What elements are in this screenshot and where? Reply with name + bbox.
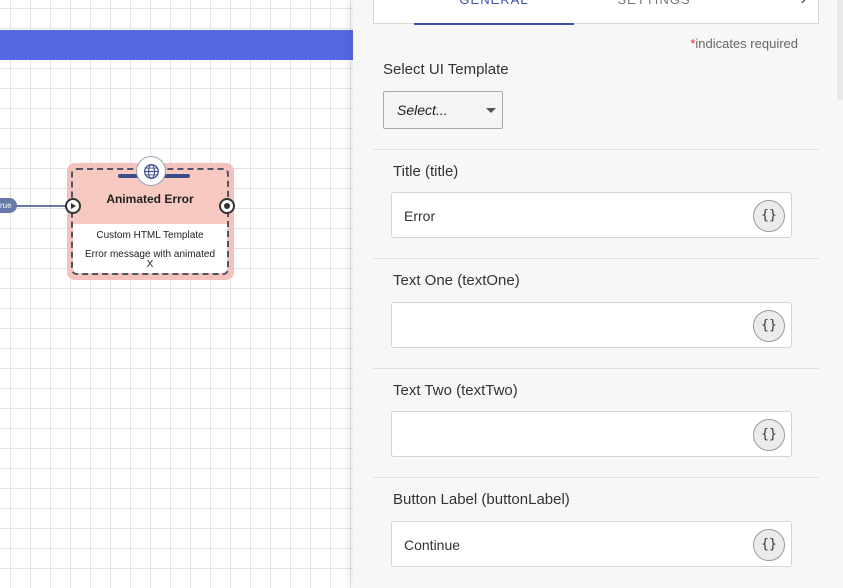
text-one-input[interactable]: {}: [391, 302, 792, 348]
divider: [373, 477, 819, 478]
node-subtitle: Custom HTML Template: [96, 230, 204, 241]
button-label-input-value: Continue: [404, 537, 461, 553]
title-field-label: Title (title): [393, 163, 459, 180]
canvas-banner: [0, 30, 360, 60]
variable-button[interactable]: {}: [753, 529, 785, 561]
tab-general[interactable]: GENERAL: [414, 0, 574, 25]
variable-button[interactable]: {}: [753, 419, 785, 451]
globe-icon-graphic: [143, 163, 159, 179]
variable-button[interactable]: {}: [753, 310, 785, 342]
variable-button[interactable]: {}: [753, 200, 785, 232]
node-body: Custom HTML Template Error message with …: [73, 224, 227, 273]
scrollbar-track[interactable]: [837, 0, 843, 100]
globe-icon: [136, 156, 166, 186]
node-input-port[interactable]: [65, 198, 81, 214]
required-note: *indicates required: [690, 36, 798, 51]
divider: [373, 149, 819, 150]
tab-settings[interactable]: SETTINGS: [574, 0, 734, 25]
title-input[interactable]: Error {}: [391, 192, 792, 238]
text-one-field-label: Text One (textOne): [393, 272, 520, 289]
ui-template-select-value: Select...: [397, 102, 448, 118]
button-label-field-label: Button Label (buttonLabel): [393, 491, 570, 508]
title-input-value: Error: [404, 208, 436, 224]
node-title: Animated Error: [106, 192, 194, 206]
required-note-text: indicates required: [695, 36, 798, 51]
edge-label-badge[interactable]: rue: [0, 198, 17, 213]
dot-icon: [224, 203, 230, 209]
button-label-input[interactable]: Continue {}: [391, 521, 792, 567]
flow-canvas[interactable]: rue Animated Error Custom HTML Template …: [0, 0, 360, 588]
node-description: Error message with animated X: [84, 249, 216, 270]
text-two-field-label: Text Two (textTwo): [393, 382, 518, 399]
panel-tabs: GENERAL SETTINGS ›: [373, 0, 819, 25]
play-icon: [71, 203, 76, 209]
divider: [373, 258, 819, 259]
caret-down-icon: [486, 108, 496, 113]
ui-template-select[interactable]: Select...: [383, 91, 503, 129]
divider: [373, 368, 819, 369]
template-label: Select UI Template: [383, 61, 509, 78]
chevron-right-icon[interactable]: ›: [801, 0, 806, 13]
text-two-input[interactable]: {}: [391, 411, 792, 457]
properties-panel: GENERAL SETTINGS › *indicates required S…: [353, 0, 843, 588]
node-output-port[interactable]: [219, 198, 235, 214]
